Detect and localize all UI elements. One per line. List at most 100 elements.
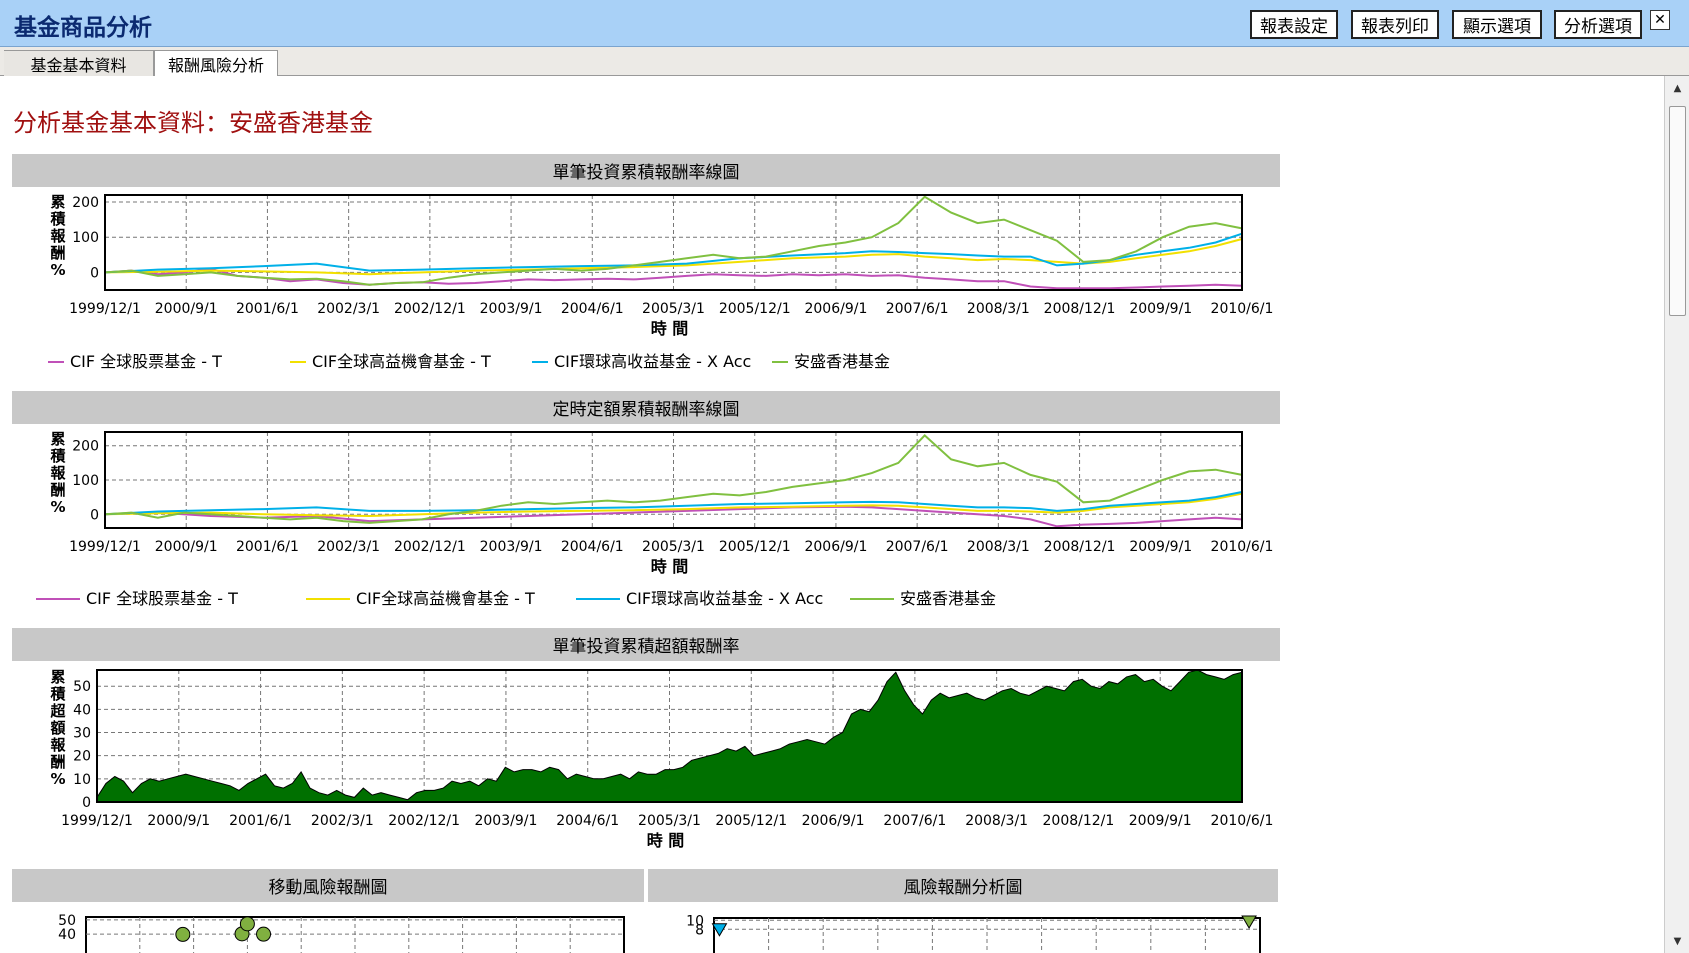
chart3-x-tick-label: 2004/6/1 bbox=[556, 813, 619, 829]
chart2-x-tick-label: 2005/3/1 bbox=[642, 539, 705, 555]
chart3-x-tick-label: 2000/9/1 bbox=[147, 813, 210, 829]
scroll-up-icon[interactable]: ▲ bbox=[1668, 79, 1687, 97]
chart1-x-tick-label: 2005/3/1 bbox=[642, 301, 705, 317]
chart2-x-tick-label: 2009/9/1 bbox=[1129, 539, 1192, 555]
chart1-y-tick-label: 200 bbox=[72, 195, 99, 211]
vertical-scrollbar[interactable]: ▲ ▼ bbox=[1664, 76, 1689, 953]
chart2-legend-label-1: CIF全球高益機會基金 - T bbox=[356, 589, 535, 608]
chart3-x-tick-label: 2003/9/1 bbox=[474, 813, 537, 829]
chart2-x-tick-label: 2005/12/1 bbox=[719, 539, 791, 555]
app-window: 基金商品分析 報表設定 報表列印 顯示選項 分析選項 ✕ 基金基本資料 報酬風險… bbox=[0, 0, 1689, 953]
chart3-y-tick-label: 20 bbox=[73, 749, 91, 765]
chart1-legend-label-3: 安盛香港基金 bbox=[794, 352, 890, 371]
chart4-point bbox=[256, 926, 272, 942]
chart2-x-tick-label: 2002/3/1 bbox=[317, 539, 380, 555]
chart1-x-tick-label: 2003/9/1 bbox=[480, 301, 543, 317]
chart3-x-tick-label: 2005/3/1 bbox=[638, 813, 701, 829]
chart1-y-axis-label-char: 累 bbox=[50, 193, 65, 211]
tab-return-risk-analysis[interactable]: 報酬風險分析 bbox=[154, 50, 278, 77]
chart2-y-axis-label-char: % bbox=[50, 498, 65, 516]
tab-fund-basic-info[interactable]: 基金基本資料 bbox=[4, 50, 154, 76]
chart3-y-axis-label-char: % bbox=[50, 770, 65, 788]
chart2-x-tick-label: 2010/6/1 bbox=[1211, 539, 1274, 555]
chart5-y-tick-label: 10 bbox=[686, 913, 704, 929]
chart3-y-axis-label-char: 積 bbox=[49, 685, 66, 703]
chart1-x-tick-label: 2002/3/1 bbox=[317, 301, 380, 317]
chart2-y-axis-label-char: 積 bbox=[49, 447, 66, 465]
chart2-x-tick-label: 2000/9/1 bbox=[155, 539, 218, 555]
chart1-x-tick-label: 2005/12/1 bbox=[719, 301, 791, 317]
chart1-x-tick-label: 2007/6/1 bbox=[886, 301, 949, 317]
chart2-x-tick-label: 2008/3/1 bbox=[967, 539, 1030, 555]
app-title: 基金商品分析 bbox=[14, 15, 152, 41]
chart3-x-tick-label: 2008/3/1 bbox=[965, 813, 1028, 829]
chart3-x-tick-label: 2007/6/1 bbox=[883, 813, 946, 829]
tab-bar: 基金基本資料 報酬風險分析 bbox=[0, 47, 1689, 77]
chart3-x-tick-label: 2002/3/1 bbox=[311, 813, 374, 829]
chart4-y-tick-label: 40 bbox=[58, 927, 76, 943]
chart1-y-axis-label-char: % bbox=[50, 261, 65, 279]
chart3-x-tick-label: 2006/9/1 bbox=[802, 813, 865, 829]
chart2-x-tick-label: 2003/9/1 bbox=[480, 539, 543, 555]
title-bar: 基金商品分析 報表設定 報表列印 顯示選項 分析選項 ✕ bbox=[0, 0, 1689, 47]
chart3-x-tick-label: 2008/12/1 bbox=[1043, 813, 1115, 829]
chart2-y-axis-label-char: 報 bbox=[50, 464, 66, 482]
chart2-x-tick-label: 2006/9/1 bbox=[804, 539, 867, 555]
chart1-x-tick-label: 2004/6/1 bbox=[561, 301, 624, 317]
close-icon[interactable]: ✕ bbox=[1650, 10, 1670, 30]
chart2-x-tick-label: 2001/6/1 bbox=[236, 539, 299, 555]
chart3-y-axis-label-char: 酬 bbox=[50, 753, 65, 771]
chart3-y-axis-label-char: 額 bbox=[49, 719, 65, 737]
chart3-x-tick-label: 1999/12/1 bbox=[61, 813, 133, 829]
display-options-button[interactable]: 顯示選項 bbox=[1452, 10, 1542, 39]
chart1-x-tick-label: 2006/9/1 bbox=[804, 301, 867, 317]
chart1-x-tick-label: 1999/12/1 bbox=[69, 301, 141, 317]
chart1-y-axis-label-char: 報 bbox=[50, 227, 66, 245]
chart1-x-tick-label: 2010/6/1 bbox=[1211, 301, 1274, 317]
analysis-options-button[interactable]: 分析選項 bbox=[1554, 10, 1642, 39]
chart3-y-tick-label: 50 bbox=[73, 679, 91, 695]
chart2-y-tick-label: 0 bbox=[90, 507, 99, 523]
chart2-y-axis-label-char: 累 bbox=[50, 430, 65, 448]
chart1-x-tick-label: 2000/9/1 bbox=[155, 301, 218, 317]
chart2-y-axis-label-char: 酬 bbox=[50, 481, 65, 499]
report-print-button[interactable]: 報表列印 bbox=[1351, 10, 1439, 39]
scroll-down-icon[interactable]: ▼ bbox=[1668, 932, 1687, 950]
chart3-x-tick-label: 2009/9/1 bbox=[1129, 813, 1192, 829]
chart1-y-tick-label: 100 bbox=[72, 230, 99, 246]
chart4-point bbox=[239, 916, 255, 932]
chart2-y-tick-label: 100 bbox=[72, 473, 99, 489]
chart2-legend-label-2: CIF環球高收益基金 - X Acc bbox=[626, 589, 823, 608]
report-settings-button[interactable]: 報表設定 bbox=[1250, 10, 1338, 39]
chart3-x-axis-label: 時 間 bbox=[647, 831, 685, 850]
chart2-x-tick-label: 1999/12/1 bbox=[69, 539, 141, 555]
chart3-x-tick-label: 2010/6/1 bbox=[1211, 813, 1274, 829]
chart1-legend-label-2: CIF環球高收益基金 - X Acc bbox=[554, 352, 751, 371]
chart1-y-axis-label-char: 酬 bbox=[50, 244, 65, 262]
chart1-x-tick-label: 2008/3/1 bbox=[967, 301, 1030, 317]
chart3-y-tick-label: 40 bbox=[73, 702, 91, 718]
chart3-y-axis-label-char: 累 bbox=[50, 668, 65, 686]
chart3-x-tick-label: 2001/6/1 bbox=[229, 813, 292, 829]
scroll-thumb[interactable] bbox=[1669, 106, 1686, 316]
chart3-y-tick-label: 10 bbox=[73, 772, 91, 788]
chart2-legend-label-0: CIF 全球股票基金 - T bbox=[86, 589, 238, 608]
chart2-x-tick-label: 2002/12/1 bbox=[394, 539, 466, 555]
chart1-x-tick-label: 2008/12/1 bbox=[1044, 301, 1116, 317]
chart3-x-tick-label: 2002/12/1 bbox=[388, 813, 460, 829]
chart3-y-tick-label: 30 bbox=[73, 726, 91, 742]
chart1-y-axis-label-char: 積 bbox=[49, 210, 66, 228]
chart3-y-axis-label-char: 超 bbox=[49, 702, 66, 720]
chart2-x-axis-label: 時 間 bbox=[651, 557, 689, 576]
chart1-x-tick-label: 2002/12/1 bbox=[394, 301, 466, 317]
chart2-y-tick-label: 200 bbox=[72, 439, 99, 455]
chart3-x-tick-label: 2005/12/1 bbox=[715, 813, 787, 829]
chart3-y-tick-label: 0 bbox=[82, 795, 91, 811]
chart1-x-tick-label: 2001/6/1 bbox=[236, 301, 299, 317]
chart1-y-tick-label: 0 bbox=[90, 265, 99, 281]
chart2-legend-label-3: 安盛香港基金 bbox=[900, 589, 996, 608]
chart4-y-tick-label: 50 bbox=[58, 913, 76, 929]
chart1-x-axis-label: 時 間 bbox=[651, 319, 689, 338]
report-content: 分析基金基本資料：安盛香港基金 單筆投資累積報酬率線圖 定時定額累積報酬率線圖 … bbox=[0, 76, 1664, 953]
chart1-legend-label-1: CIF全球高益機會基金 - T bbox=[312, 352, 491, 371]
